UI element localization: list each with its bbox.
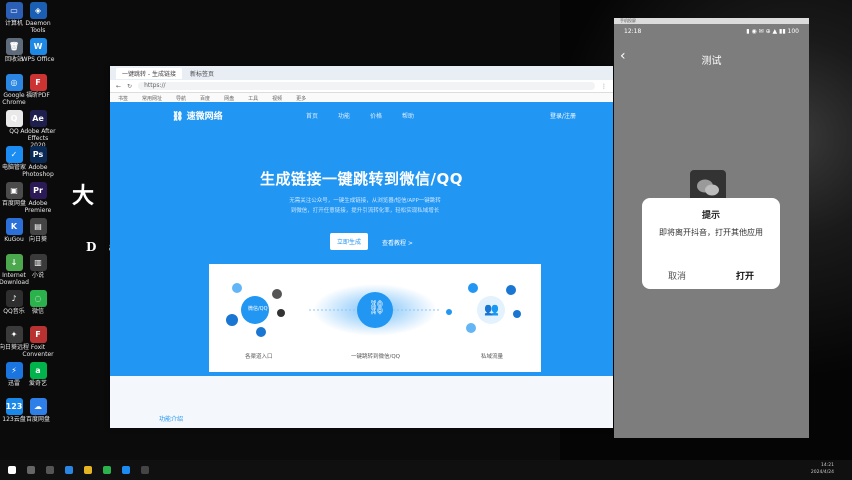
url-input[interactable]: https:// [138,82,595,90]
bookmark-item[interactable]: 视频 [272,95,282,102]
browser-window: 一键跳转 - 生成链接 新标签页 ← ↻ https:// ⋮ 书签 常用网址 导航… [110,66,613,428]
system-clock[interactable]: 14:21 2024/4/24 [811,462,834,476]
taskbar: 14:21 2024/4/24 [0,460,852,480]
desktop-icon-label: Adobe Photoshop [22,164,54,178]
app-icon: a [29,362,47,379]
subtitle-line-1: 无需关注公众号，一键生成链接，从浏览器/短信/APP一键跳转 [289,198,441,204]
desktop-icon[interactable]: ▥ 小说 [20,254,56,279]
diagram-center-label: 一键跳转到微信/QQ [351,354,401,360]
cancel-button[interactable]: 取消 [654,269,700,282]
app-icon: Pr [29,182,47,199]
app-icon: ▤ [29,218,47,235]
desktop-icon[interactable]: AeAdobe After Effects 2020 [20,110,56,149]
app-icon: F [29,74,47,91]
address-bar: ← ↻ https:// ⋮ [110,80,613,93]
subtitle-line-2: 到微信，打开任意链接，提升引流转化率，轻松实现私域增长 [290,208,440,214]
desktop-icon-label: WPS Office [21,56,55,63]
diagram-center-caption: 微信/QQ [248,306,268,312]
taskbar-wechat-icon[interactable] [103,466,111,474]
tab-active[interactable]: 一键跳转 - 生成链接 [116,67,182,79]
users-icon: 👥 [484,302,499,316]
features-section: 功能介绍 [110,376,613,428]
desktop-icon-label: 向日葵 [28,236,47,243]
desktop-icon[interactable]: F 福昕PDF [20,74,56,99]
taskbar-qq-icon[interactable] [122,466,130,474]
dialog-title: 提示 [701,211,720,221]
app-icon: ▥ [29,254,47,271]
site-nav: 首页 功能 价格 帮助 [306,111,414,120]
menu-icon[interactable]: ⋮ [601,83,607,90]
tab-new[interactable]: 新标签页 [190,69,214,78]
clock-time: 14:21 [821,463,834,468]
app-icon: F [29,326,47,343]
desktop-icon[interactable]: ◌ 微信 [20,290,56,315]
desktop-icon-label: 小说 [31,272,44,279]
app-icon: ◈ [29,2,47,19]
diagram-right-label: 私域流量 [481,354,504,360]
nav-link[interactable]: 价格 [370,111,382,120]
taskbar-app-icon[interactable] [141,466,149,474]
login-link[interactable]: 登录/注册 [550,111,576,120]
tab-bar: 一键跳转 - 生成链接 新标签页 [110,66,613,80]
bookmark-item[interactable]: 书签 [118,95,128,102]
task-view-icon[interactable] [46,466,54,474]
features-label: 功能介绍 [159,416,184,423]
bookmark-item[interactable]: 百度 [200,95,210,102]
status-time: 12:18 [624,27,642,35]
bookmark-item[interactable]: 工具 [248,95,258,102]
desktop-icon[interactable]: Pr Adobe Premiere [20,182,56,214]
phone-mirror-window: 手机投屏 12:18 ▮ ◉ ✉ ⊕ ▲ ▮▮ 100 ‹ 测试 提示 即将离开… [614,18,809,438]
status-icons: ▮ ◉ ✉ ⊕ ▲ ▮▮ 100 [746,27,799,35]
desktop-icon-label: Adobe Premiere [24,200,52,214]
nav-link[interactable]: 功能 [338,111,350,120]
bookmark-item[interactable]: 网盘 [224,95,234,102]
diagram-left-label: 各渠道入口 [245,354,273,360]
desktop-icon[interactable]: ▤ 向日葵 [20,218,56,243]
app-icon: ☁ [29,398,47,415]
dialog-message: 即将离开抖音，打开其他应用 [659,228,763,237]
page-headline: 生成链接一键跳转到微信/QQ [260,170,463,188]
desktop-icon[interactable]: ☁ 百度网盘 [20,398,56,423]
phone-status-bar: 12:18 ▮ ◉ ✉ ⊕ ▲ ▮▮ 100 [614,24,809,38]
clock-date: 2024/4/24 [810,470,834,475]
desktop-icon[interactable]: ◈ Daemon Tools [20,2,56,34]
reload-icon[interactable]: ↻ [127,83,132,90]
desktop-icon-label: 微信 [31,308,44,315]
link-icon: ⛓ [368,300,386,316]
desktop-icon-label: Foxit Conventer [22,344,54,358]
site-logo[interactable]: ⛓ 速微网络 [172,109,223,122]
nav-link[interactable]: 帮助 [402,111,414,120]
bookmark-item[interactable]: 更多 [296,95,306,102]
bookmark-item[interactable]: 导航 [176,95,186,102]
desktop-icon[interactable]: F Foxit Conventer [20,326,56,358]
search-icon[interactable] [27,466,35,474]
open-button[interactable]: 打开 [722,269,768,282]
nav-link[interactable]: 首页 [306,111,318,120]
desktop-icon-label: 爱奇艺 [28,380,47,387]
desktop-icon-label: 福昕PDF [26,92,50,99]
wallpaper-text-1: 大 [72,183,95,209]
app-icon: Ps [29,146,47,163]
feature-diagram: 微信/QQ ⛓ 👥 各渠道入口 一键跳转到微信/QQ 私域流量 [209,264,541,372]
prompt-dialog: 提示 即将离开抖音，打开其他应用 取消 打开 [642,198,780,289]
desktop-icon-label: 百度网盘 [25,416,50,423]
app-icon: ◌ [29,290,47,307]
taskbar-browser-icon[interactable] [65,466,73,474]
taskbar-folder-icon[interactable] [84,466,92,474]
desktop-icon[interactable]: W WPS Office [20,38,56,63]
back-icon[interactable]: ← [116,83,121,90]
phone-page-title: 测试 [701,56,722,67]
desktop-icon[interactable]: Ps Adobe Photoshop [20,146,56,178]
generate-button[interactable]: 立即生成 [330,233,368,250]
desktop-icon[interactable]: a 爱奇艺 [20,362,56,387]
app-icon: W [29,38,47,55]
tutorial-link[interactable]: 查看教程 > [382,238,413,247]
bookmark-item[interactable]: 常用网址 [142,95,162,102]
app-icon: Ae [29,110,47,127]
start-icon[interactable] [8,466,16,474]
desktop-icon-label: Daemon Tools [25,20,51,34]
